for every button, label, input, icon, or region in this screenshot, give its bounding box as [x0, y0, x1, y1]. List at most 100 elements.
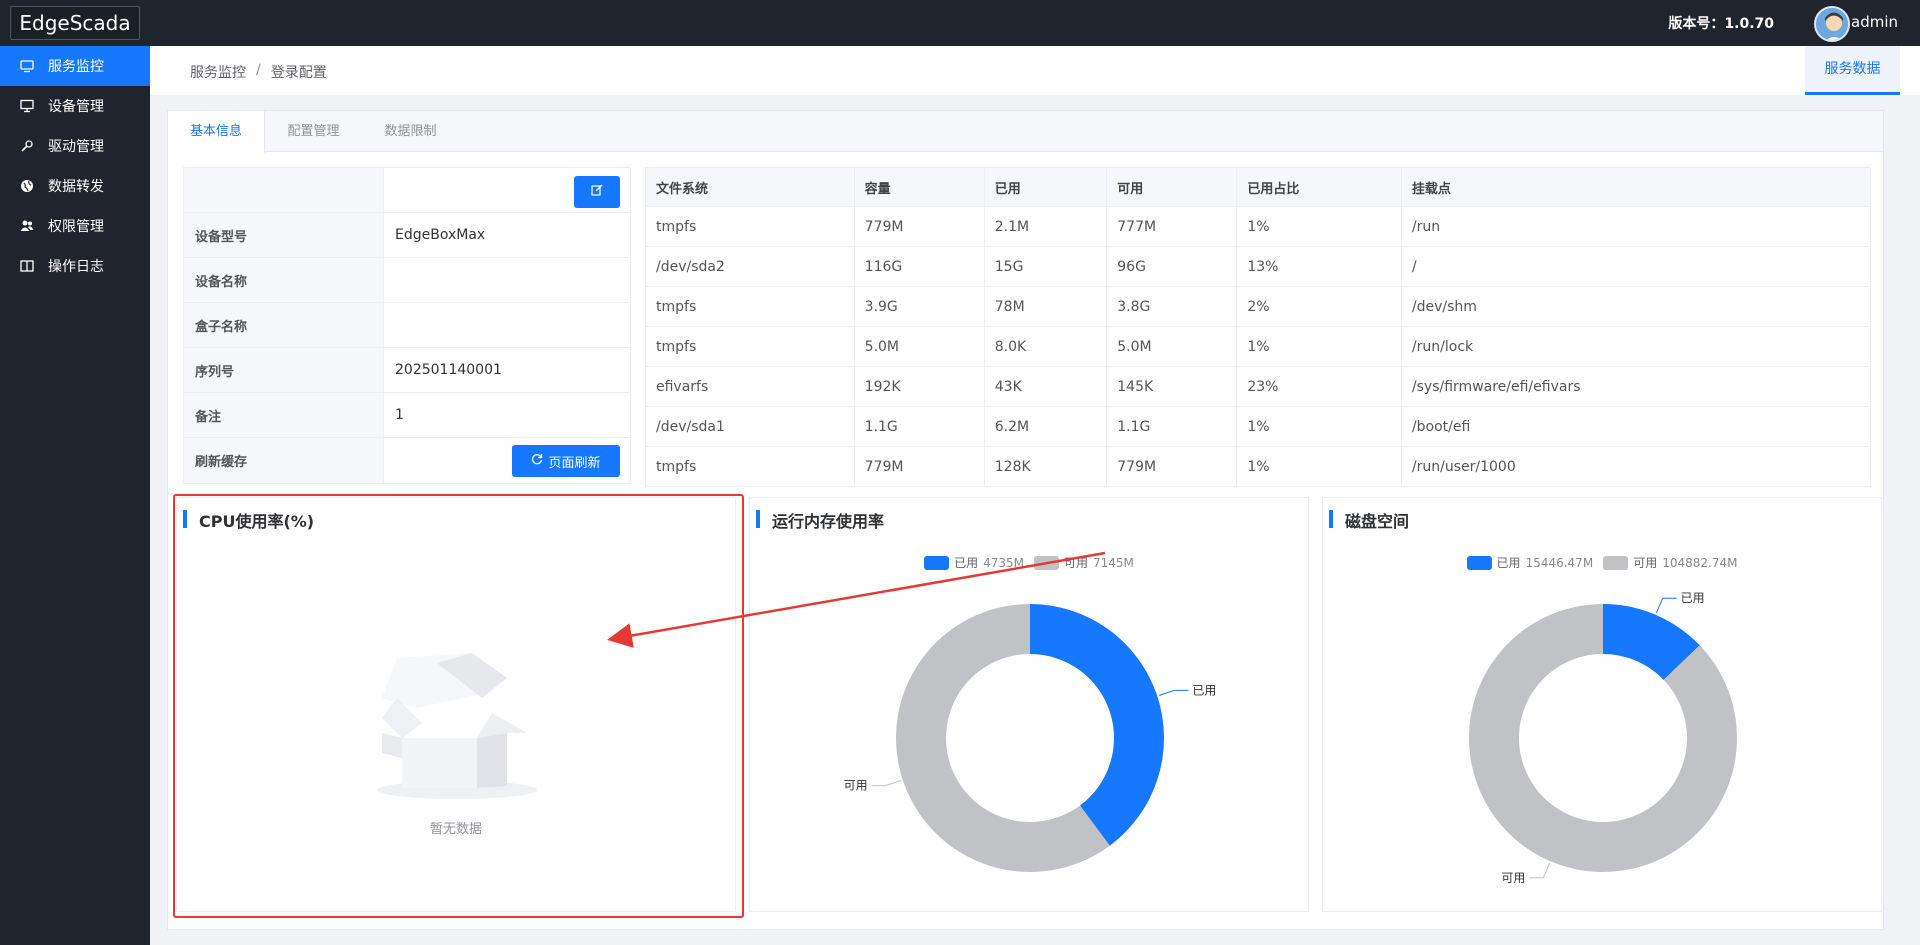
sidebar-item-label: 驱动管理	[48, 139, 104, 155]
table-cell: 23%	[1236, 366, 1402, 407]
breadcrumb-bar: 服务监控 / 登录配置 服务数据	[150, 46, 1920, 95]
table-cell: 779M	[853, 206, 985, 247]
table-cell: 96G	[1106, 246, 1238, 287]
column-header: 文件系统	[645, 167, 855, 207]
info-row: 盒子名称	[184, 303, 630, 348]
info-value: EdgeBoxMax	[395, 227, 486, 243]
table-cell: 2%	[1236, 286, 1402, 327]
table-cell: 1%	[1236, 206, 1402, 247]
sidebar-item-service-monitor[interactable]: 服务监控	[0, 46, 150, 86]
table-cell: 3.8G	[1106, 286, 1238, 327]
table-cell: 6.2M	[983, 406, 1108, 447]
column-header: 已用占比	[1236, 167, 1402, 207]
top-bar: EdgeScada 版本号：1.0.70 admin	[0, 0, 1920, 46]
book-icon	[20, 259, 34, 273]
version-label: 版本号：1.0.70	[1668, 16, 1774, 32]
breadcrumb-item-service-monitor[interactable]: 服务监控	[190, 62, 246, 82]
table-cell: 8.0K	[983, 326, 1108, 367]
info-key: 设备名称	[184, 258, 384, 302]
pie-label: 可用	[844, 779, 868, 793]
column-header: 容量	[853, 167, 985, 207]
tab-service-data[interactable]: 服务数据	[1805, 46, 1900, 95]
pie-label: 已用	[1681, 591, 1705, 605]
table-cell: 777M	[1106, 206, 1238, 247]
edit-button[interactable]	[574, 176, 620, 208]
tab-config-manage[interactable]: 配置管理	[265, 111, 362, 152]
pie-label: 可用	[1501, 871, 1525, 885]
table-cell: /dev/sda2	[645, 246, 855, 287]
table-cell: 43K	[983, 366, 1108, 407]
info-key: 备注	[184, 393, 384, 437]
avatar[interactable]	[1814, 6, 1850, 42]
info-key: 设备型号	[184, 213, 384, 257]
sidebar-item-label: 服务监控	[48, 59, 104, 75]
info-key: 序列号	[184, 348, 384, 392]
table-cell: efivarfs	[645, 366, 855, 407]
sidebar-item-label: 设备管理	[48, 99, 104, 115]
table-cell: 1.1G	[853, 406, 985, 447]
tab-basic-info[interactable]: 基本信息	[168, 111, 265, 153]
table-cell: /	[1400, 246, 1872, 287]
info-row: 备注 1	[184, 393, 630, 438]
table-row: tmpfs 3.9G 78M 3.8G 2%/dev/shm	[645, 286, 1872, 327]
sidebar: 服务监控 设备管理 驱动管理 数据转发 权限管理 操作日志	[0, 46, 150, 945]
info-value: 页面刷新	[384, 438, 630, 483]
username[interactable]: admin	[1851, 13, 1898, 31]
info-row: 刷新缓存 页面刷新	[184, 438, 630, 483]
sidebar-item-label: 权限管理	[48, 219, 104, 235]
pie-leader-line	[871, 780, 902, 787]
device-icon	[20, 99, 34, 113]
pie-leader-line	[1158, 689, 1189, 696]
sidebar-item-permission-manage[interactable]: 权限管理	[0, 206, 150, 246]
globe-icon	[20, 179, 34, 193]
sidebar-item-data-forward[interactable]: 数据转发	[0, 166, 150, 206]
table-cell: 1%	[1236, 446, 1402, 487]
table-row: efivarfs 192K 43K 145K 23%/sys/firmware/efi/…	[645, 366, 1872, 407]
table-cell: 3.9G	[853, 286, 985, 327]
table-cell: 15G	[983, 246, 1108, 287]
pie-slice-used[interactable]	[1030, 604, 1164, 846]
sidebar-item-label: 数据转发	[48, 179, 104, 195]
info-key: 盒子名称	[184, 303, 384, 347]
table-cell: 1%	[1236, 406, 1402, 447]
device-info-table: 设备型号 EdgeBoxMax 设备名称 盒子名称 序列号 2025011400…	[183, 167, 631, 484]
column-header: 已用	[983, 167, 1108, 207]
refresh-page-button[interactable]: 页面刷新	[512, 445, 620, 477]
table-cell: 145K	[1106, 366, 1238, 407]
table-cell: /dev/sda1	[645, 406, 855, 447]
table-cell: /run	[1400, 206, 1872, 247]
sidebar-item-operation-log[interactable]: 操作日志	[0, 246, 150, 286]
memory-usage-card: 运行内存使用率 已用 4735M 可用 7145M 已用 可用	[749, 497, 1309, 912]
memory-donut-chart: 已用可用	[844, 604, 1216, 872]
table-cell: /dev/shm	[1400, 286, 1872, 327]
table-row: tmpfs 779M 128K 779M 1%/run/user/1000	[645, 446, 1872, 487]
table-header-row: 文件系统 容量 已用 可用 已用占比 挂载点	[645, 167, 1872, 207]
table-cell: 192K	[853, 366, 985, 407]
info-value	[384, 303, 630, 347]
info-value	[384, 168, 630, 212]
filesystem-table: 文件系统 容量 已用 可用 已用占比 挂载点 tmpfs 779M 2.1M 777M…	[645, 167, 1872, 487]
sidebar-item-driver-manage[interactable]: 驱动管理	[0, 126, 150, 166]
table-cell: 78M	[983, 286, 1108, 327]
table-cell: 779M	[853, 446, 985, 487]
tab-bar: 基本信息 配置管理 数据限制	[168, 111, 1883, 153]
table-cell: 1.1G	[1106, 406, 1238, 447]
tab-data-limit[interactable]: 数据限制	[362, 111, 459, 152]
table-cell: 5.0M	[1106, 326, 1238, 367]
pie-leader-line	[1529, 862, 1551, 879]
table-cell: 128K	[983, 446, 1108, 487]
sidebar-item-device-manage[interactable]: 设备管理	[0, 86, 150, 126]
table-cell: /boot/efi	[1400, 406, 1872, 447]
column-header: 可用	[1106, 167, 1238, 207]
disk-donut-chart: 已用可用	[1469, 591, 1737, 885]
pie-label: 已用	[1192, 683, 1216, 697]
info-key: 刷新缓存	[184, 438, 384, 483]
disk-space-card: 磁盘空间 已用 15446.47M 可用 104882.74M 已用 可用	[1322, 497, 1882, 912]
table-cell: 1%	[1236, 326, 1402, 367]
info-row: 设备名称	[184, 258, 630, 303]
sidebar-item-label: 操作日志	[48, 259, 104, 275]
monitor-icon	[20, 59, 34, 73]
info-value	[384, 258, 630, 302]
app-logo[interactable]: EdgeScada	[10, 6, 140, 40]
breadcrumb: 服务监控 / 登录配置	[190, 62, 327, 82]
